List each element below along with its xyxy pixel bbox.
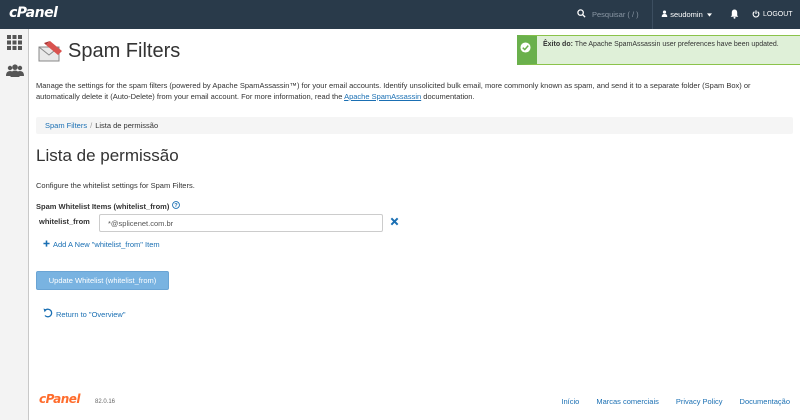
breadcrumb-current: Lista de permissão: [95, 121, 159, 130]
description-tail: documentation.: [421, 92, 475, 101]
notifications-button[interactable]: [722, 0, 746, 29]
whitelist-from-label: whitelist_from: [39, 217, 90, 226]
username-label: seudomin: [670, 10, 703, 19]
check-circle-icon: [520, 42, 531, 57]
cpanel-logo[interactable]: cPanel: [9, 5, 58, 21]
bell-icon: [730, 9, 739, 21]
users-icon: [5, 63, 24, 79]
spamassassin-docs-link[interactable]: Apache SpamAssassin: [344, 92, 421, 101]
footer-version: 82.0.16: [95, 399, 116, 405]
breadcrumb: Spam Filters / Lista de permissão: [36, 117, 793, 134]
help-icon[interactable]: ?: [172, 201, 181, 211]
user-icon: [661, 10, 668, 19]
footer-link-privacy[interactable]: Privacy Policy: [676, 397, 723, 406]
update-whitelist-button[interactable]: Update Whitelist (whitelist_from): [36, 271, 169, 290]
search-icon: [577, 9, 586, 20]
user-menu[interactable]: seudomin: [652, 0, 720, 29]
return-overview-label: Return to "Overview": [56, 309, 126, 319]
alert-message: The Apache SpamAssassin user preferences…: [572, 41, 779, 48]
plus-icon: [43, 239, 50, 249]
main-content: Spam Filters Êxito do: The Apache SpamAs…: [29, 29, 800, 420]
add-whitelist-item-label: Add A New "whitelist_from" Item: [53, 239, 160, 249]
caret-down-icon: [706, 10, 712, 19]
breadcrumb-separator: /: [90, 121, 93, 130]
grid-icon: [7, 34, 22, 52]
return-overview-link[interactable]: Return to "Overview": [43, 308, 126, 320]
breadcrumb-spam-filters[interactable]: Spam Filters: [45, 121, 87, 130]
whitelist-items-label-row: Spam Whitelist Items (whitelist_from) ?: [36, 201, 181, 211]
whitelist-items-label: Spam Whitelist Items (whitelist_from): [36, 201, 170, 211]
footer-link-documentation[interactable]: Documentação: [740, 397, 790, 406]
spam-filter-envelope-icon: [38, 39, 64, 65]
footer-link-trademarks[interactable]: Marcas comerciais: [596, 397, 659, 406]
undo-arrow-icon: [43, 308, 53, 320]
sidebar-item-users[interactable]: [0, 57, 29, 85]
top-bar: cPanel Pesquisar ( / ) seudomin LOGOUT: [0, 0, 800, 29]
page-description: Manage the settings for the spam filters…: [36, 80, 796, 102]
logout-button[interactable]: LOGOUT: [752, 0, 800, 29]
sidebar-item-home[interactable]: [0, 29, 29, 57]
search-box[interactable]: Pesquisar ( / ): [567, 0, 648, 29]
svg-text:?: ?: [175, 203, 179, 209]
config-text: Configure the whitelist settings for Spa…: [36, 181, 195, 190]
footer-cpanel-logo[interactable]: cPanel: [39, 392, 81, 406]
success-alert: Êxito do: The Apache SpamAssassin user p…: [517, 35, 800, 65]
section-title: Lista de permissão: [36, 146, 179, 165]
power-icon: [752, 9, 760, 20]
logout-label: LOGOUT: [763, 11, 793, 18]
alert-title: Êxito do:: [543, 41, 573, 48]
footer-link-home[interactable]: Início: [561, 397, 579, 406]
remove-item-x-icon[interactable]: [390, 217, 399, 228]
add-whitelist-item-link[interactable]: Add A New "whitelist_from" Item: [43, 239, 160, 249]
page-title: Spam Filters: [68, 40, 181, 62]
search-placeholder: Pesquisar ( / ): [592, 10, 639, 19]
footer-links: Início Marcas comerciais Privacy Policy …: [544, 397, 790, 406]
whitelist-from-input[interactable]: [99, 214, 383, 232]
sidebar: [0, 29, 29, 420]
